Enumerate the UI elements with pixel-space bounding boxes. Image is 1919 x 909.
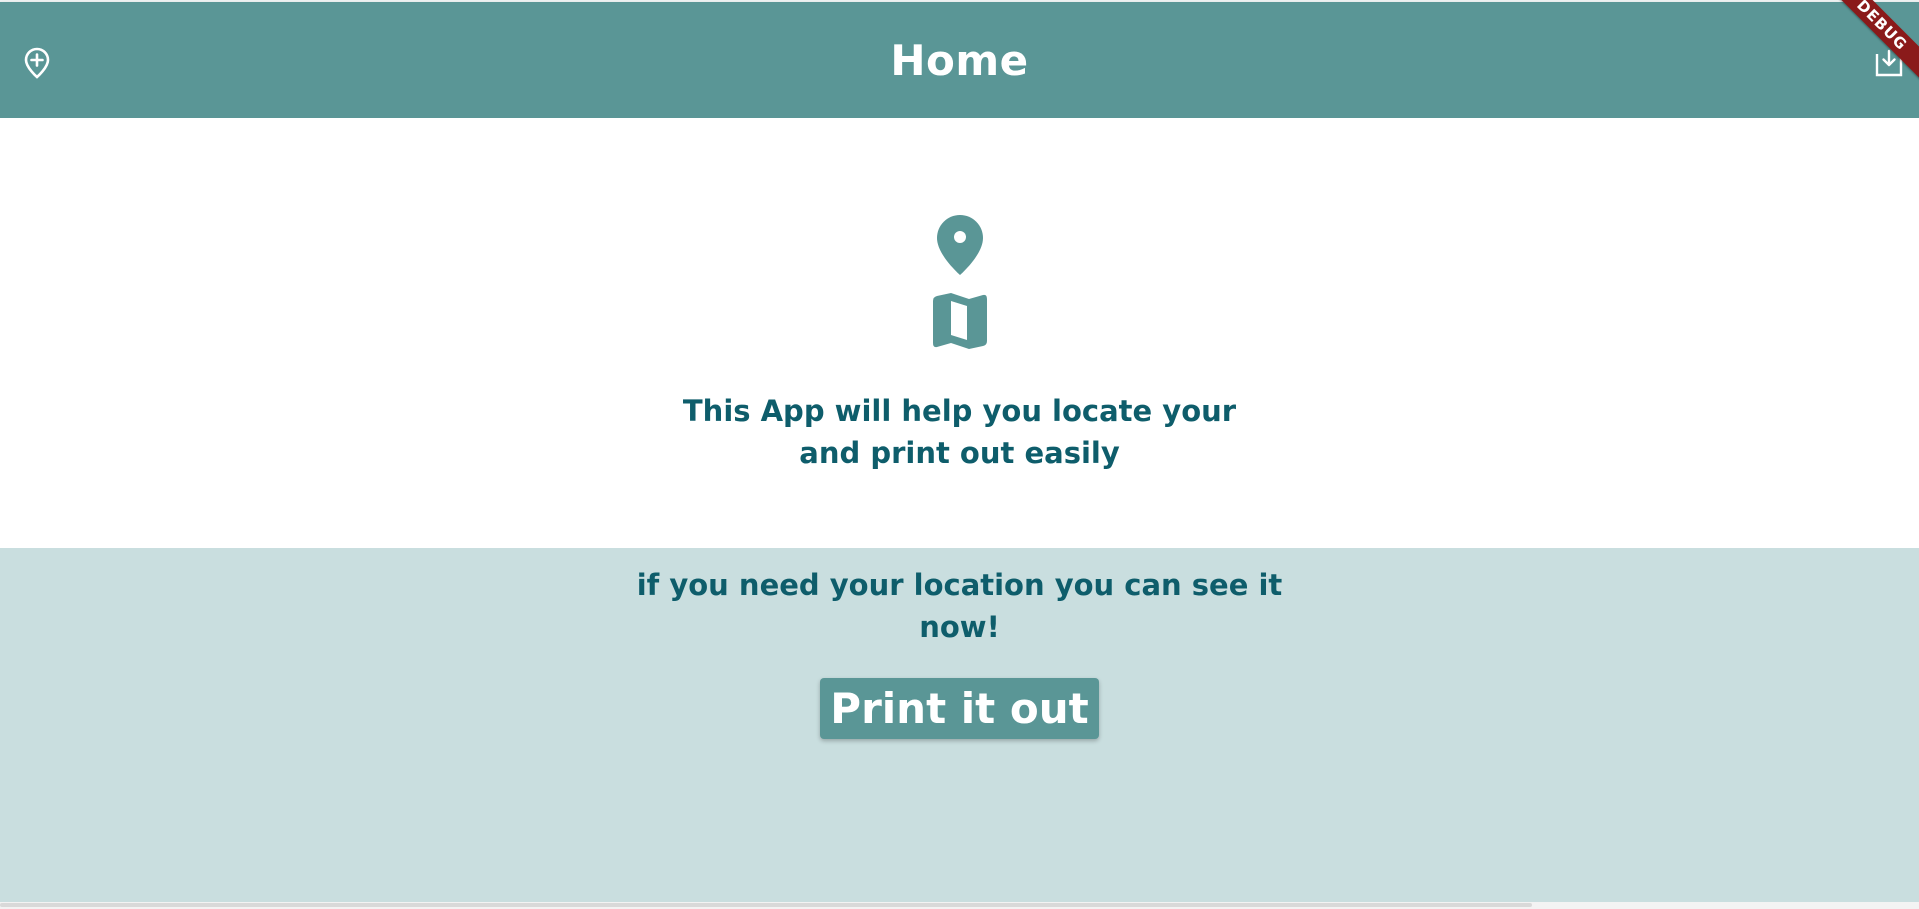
print-section: if you need your location you can see it… [0, 548, 1919, 902]
intro-line-2: and print out easily [799, 436, 1120, 470]
page-title: Home [890, 36, 1029, 85]
horizontal-scrollbar[interactable] [0, 902, 1919, 909]
intro-text: This App will help you locate your and p… [0, 390, 1919, 474]
hint-line-1: if you need your location you can see it [636, 568, 1283, 602]
map-icon [932, 293, 987, 349]
print-it-out-button[interactable]: Print it out [820, 678, 1099, 739]
hint-text: if you need your location you can see it… [0, 564, 1919, 648]
hero-section: This App will help you locate your and p… [0, 118, 1919, 548]
app-bar: Home [0, 2, 1919, 118]
intro-line-1: This App will help you locate your [682, 394, 1237, 428]
app-window: Home DEBUG This App will help you locate… [0, 0, 1919, 902]
scrollbar-thumb[interactable] [0, 903, 1532, 907]
location-pin-icon [936, 215, 983, 275]
hint-line-2: now! [919, 610, 1000, 644]
hero-illustration [0, 213, 1919, 349]
